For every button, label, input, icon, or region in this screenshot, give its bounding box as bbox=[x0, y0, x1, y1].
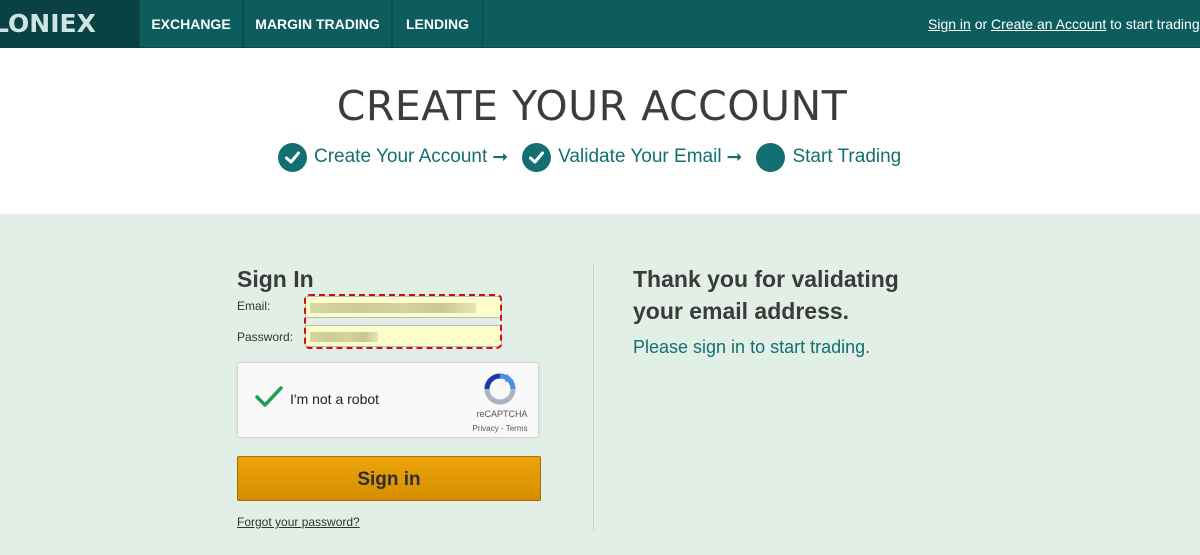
thank-you-heading: Thank you for validating your email addr… bbox=[633, 266, 899, 324]
password-field[interactable] bbox=[305, 325, 502, 347]
step-start-trading: Start Trading bbox=[792, 146, 902, 167]
forgot-password-link[interactable]: Forgot your password? bbox=[237, 515, 360, 529]
email-label: Email: bbox=[237, 299, 271, 313]
signin-button[interactable]: Sign in bbox=[237, 456, 541, 501]
auth-links: Sign in or Create an Account to start tr… bbox=[928, 0, 1200, 48]
check-circle-icon bbox=[278, 142, 307, 172]
recaptcha-terms[interactable]: Privacy - Terms bbox=[470, 424, 530, 433]
top-nav: LONIEX EXCHANGE MARGIN TRADING LENDING S… bbox=[0, 0, 1200, 48]
progress-steps: Create Your Account ➞ Validate Your Emai… bbox=[278, 142, 901, 172]
logo[interactable]: LONIEX bbox=[0, 0, 139, 48]
captcha-label: I'm not a robot bbox=[290, 391, 380, 407]
checkmark-icon[interactable] bbox=[254, 384, 284, 415]
redacted-email-value bbox=[310, 303, 476, 313]
recaptcha-logo-icon bbox=[483, 372, 517, 411]
arrow-right-icon: ➞ bbox=[726, 146, 743, 168]
step-create-account: Create Your Account bbox=[314, 146, 488, 167]
recaptcha-widget[interactable]: I'm not a robot reCAPTCHA Privacy - Term… bbox=[237, 362, 539, 438]
email-field[interactable] bbox=[305, 296, 502, 318]
step-validate-email: Validate Your Email bbox=[558, 146, 722, 167]
nav-margin-trading[interactable]: MARGIN TRADING bbox=[243, 0, 392, 48]
current-step-dot-icon bbox=[756, 142, 786, 172]
or-text: or bbox=[970, 16, 992, 32]
suffix-text: to start trading bbox=[1106, 16, 1200, 32]
page-title: CREATE YOUR ACCOUNT bbox=[336, 82, 848, 130]
nav-lending[interactable]: LENDING bbox=[392, 0, 483, 48]
signin-prompt: Please sign in to start trading. bbox=[633, 337, 871, 357]
arrow-right-icon: ➞ bbox=[492, 146, 509, 168]
check-circle-icon bbox=[522, 142, 552, 172]
signin-link[interactable]: Sign in bbox=[928, 16, 971, 32]
nav-exchange[interactable]: EXCHANGE bbox=[139, 0, 243, 48]
signin-title: Sign In bbox=[237, 266, 314, 292]
password-label: Password: bbox=[237, 330, 294, 344]
column-divider bbox=[593, 263, 594, 530]
create-account-link[interactable]: Create an Account bbox=[991, 16, 1106, 32]
page-header: CREATE YOUR ACCOUNT Create Your Account … bbox=[0, 48, 1200, 214]
recaptcha-brand: reCAPTCHA bbox=[476, 409, 528, 419]
redacted-password-value bbox=[310, 332, 378, 342]
